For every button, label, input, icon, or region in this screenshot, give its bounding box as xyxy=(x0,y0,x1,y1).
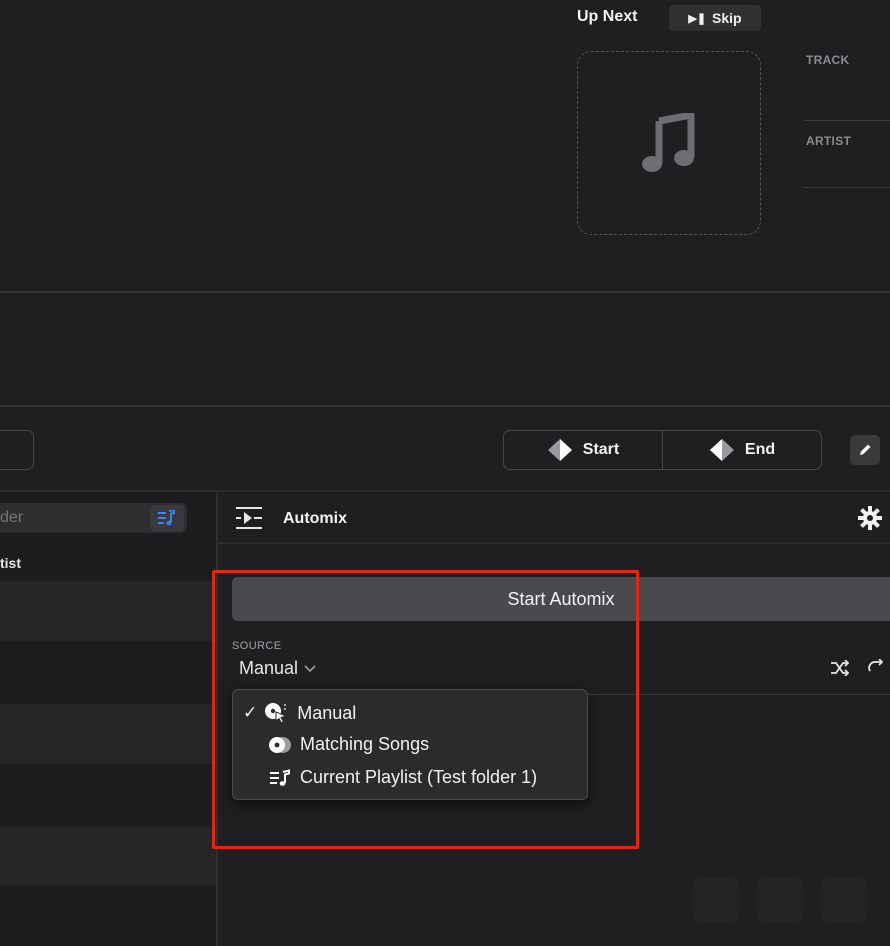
annotation-highlight-box xyxy=(212,570,639,849)
track-divider xyxy=(804,120,890,121)
end-button[interactable]: End xyxy=(662,431,821,469)
playlist-view-button[interactable] xyxy=(150,505,184,531)
edit-button[interactable] xyxy=(850,435,880,465)
list-item[interactable] xyxy=(0,704,216,764)
list-item[interactable] xyxy=(0,764,216,824)
playlist-icon xyxy=(158,510,175,526)
artist-divider xyxy=(804,187,890,188)
start-diamond-icon xyxy=(547,439,572,461)
faint-button[interactable] xyxy=(822,878,866,922)
start-label: Start xyxy=(582,441,620,458)
artist-label: ARTIST xyxy=(806,134,852,148)
end-diamond-icon xyxy=(709,439,734,461)
start-button[interactable]: Start xyxy=(504,431,662,469)
artist-column-header[interactable]: tist xyxy=(0,555,21,571)
pencil-icon xyxy=(860,444,871,455)
skip-label: Skip xyxy=(712,10,742,26)
list-item[interactable] xyxy=(0,641,216,701)
faint-button[interactable] xyxy=(694,878,738,922)
list-item[interactable] xyxy=(0,581,216,641)
shuffle-icon[interactable] xyxy=(830,660,850,676)
automix-title: Automix xyxy=(283,510,347,527)
skip-button[interactable]: ▶❚ Skip xyxy=(669,5,761,31)
track-label: TRACK xyxy=(806,53,850,67)
gear-icon[interactable] xyxy=(858,506,882,530)
section-divider-bottom xyxy=(0,405,890,407)
repeat-icon[interactable] xyxy=(866,659,886,677)
music-note-icon xyxy=(642,113,695,172)
section-divider-top xyxy=(0,291,890,293)
list-item[interactable] xyxy=(0,826,216,886)
left-control-button[interactable] xyxy=(0,430,34,470)
up-next-artwork xyxy=(577,51,761,235)
automix-icon xyxy=(236,507,262,529)
library-search-placeholder: der xyxy=(0,509,24,526)
faint-button[interactable] xyxy=(758,878,802,922)
end-label: End xyxy=(744,441,776,458)
up-next-title: Up Next xyxy=(577,8,638,25)
skip-icon: ▶❚ xyxy=(688,12,707,25)
cue-segmented-control: Start End xyxy=(503,430,822,470)
